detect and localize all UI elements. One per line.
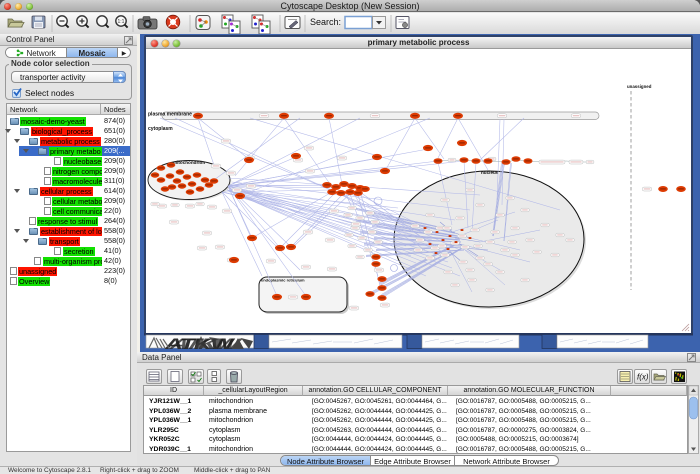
- svg-text:cytoplasm: cytoplasm: [148, 126, 173, 132]
- svg-text:endoplasmic reticulum: endoplasmic reticulum: [261, 278, 305, 283]
- svg-text:f(x): f(x): [637, 373, 649, 382]
- svg-text:mitochondrion: mitochondrion: [173, 160, 205, 165]
- svg-text:unassigned: unassigned: [627, 84, 652, 89]
- svg-text:Search:: Search:: [310, 17, 341, 27]
- svg-text:plasma membrane: plasma membrane: [148, 112, 192, 118]
- svg-text:nucleus: nucleus: [481, 170, 499, 175]
- svg-text:1:1: 1:1: [118, 19, 125, 25]
- svg-text:ATKW: ATKW: [166, 335, 246, 352]
